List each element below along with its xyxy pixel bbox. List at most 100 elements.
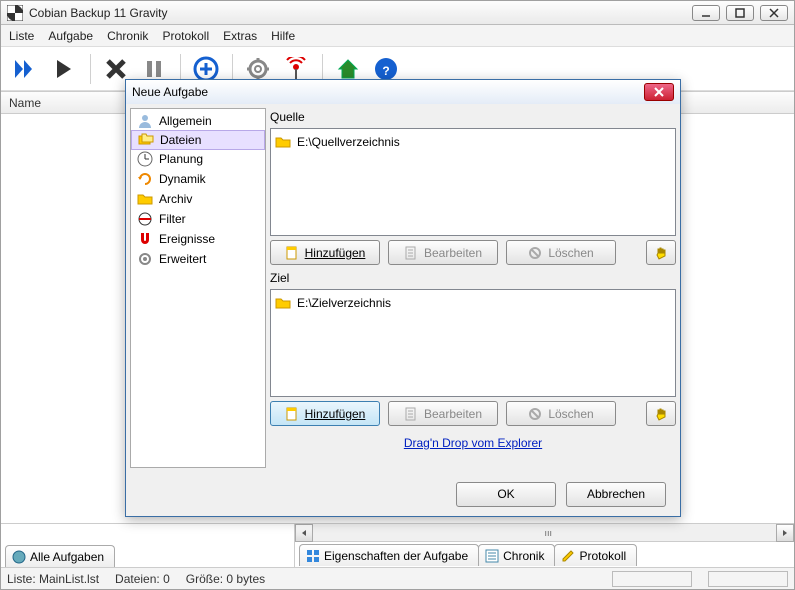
dialog-close-button[interactable] (644, 83, 674, 101)
scroll-left-icon[interactable] (295, 524, 313, 542)
button-label: Hinzufügen (305, 246, 366, 260)
minimize-button[interactable] (692, 5, 720, 21)
sidebar-item-archive[interactable]: Archiv (131, 189, 265, 209)
sidebar-item-files[interactable]: Dateien (131, 130, 265, 150)
tab-all-tasks[interactable]: Alle Aufgaben (5, 545, 115, 567)
page-icon (285, 246, 299, 260)
source-listbox[interactable]: E:\Quellverzeichnis (270, 128, 676, 236)
menu-protokoll[interactable]: Protokoll (162, 29, 209, 43)
magnet-icon (137, 231, 153, 247)
ok-button[interactable]: OK (456, 482, 556, 507)
folder-icon (137, 191, 153, 207)
menu-aufgabe[interactable]: Aufgabe (48, 29, 93, 43)
tab-protokoll[interactable]: Protokoll (554, 544, 637, 566)
sidebar-item-label: Erweitert (159, 252, 206, 266)
pencil-icon (561, 549, 575, 563)
status-size: Größe: 0 bytes (186, 572, 265, 586)
window-title: Cobian Backup 11 Gravity (29, 6, 692, 20)
status-files: Dateien: 0 (115, 572, 170, 586)
delete-icon (528, 246, 542, 260)
menu-extras[interactable]: Extras (223, 29, 257, 43)
hand-icon (654, 246, 668, 260)
sidebar-item-label: Dateien (160, 133, 201, 147)
close-button[interactable] (760, 5, 788, 21)
sidebar-item-label: Filter (159, 212, 186, 226)
status-box-2 (708, 571, 788, 587)
button-label: Abbrechen (587, 487, 645, 501)
sidebar-item-label: Planung (159, 152, 203, 166)
tab-label: Alle Aufgaben (30, 550, 104, 564)
dest-listbox[interactable]: E:\Zielverzeichnis (270, 289, 676, 397)
sidebar-item-label: Archiv (159, 192, 192, 206)
person-icon (137, 113, 153, 129)
source-delete-button[interactable]: Löschen (506, 240, 616, 265)
menu-hilfe[interactable]: Hilfe (271, 29, 295, 43)
play-all-icon[interactable] (11, 54, 41, 84)
folders-icon (138, 132, 154, 148)
dialog-new-task: Neue Aufgabe Allgemein Dateien Planung D… (125, 79, 681, 517)
edit-icon (404, 407, 418, 421)
dialog-footer: OK Abbrechen (126, 472, 680, 516)
dialog-sidebar: Allgemein Dateien Planung Dynamik Archiv… (130, 108, 266, 468)
sidebar-item-advanced[interactable]: Erweitert (131, 249, 265, 269)
sidebar-item-label: Allgemein (159, 114, 212, 128)
list-icon (485, 549, 499, 563)
source-add-button[interactable]: Hinzufügen (270, 240, 380, 265)
cancel-button[interactable]: Abbrechen (566, 482, 666, 507)
clock-icon (137, 151, 153, 167)
separator-icon (89, 54, 91, 84)
svg-text:?: ? (382, 64, 389, 78)
folder-icon (275, 134, 291, 150)
horizontal-scrollbar[interactable]: ııı (295, 524, 794, 542)
list-item-text: E:\Quellverzeichnis (297, 135, 400, 149)
hand-icon (654, 407, 668, 421)
sidebar-item-general[interactable]: Allgemein (131, 111, 265, 131)
menu-chronik[interactable]: Chronik (107, 29, 148, 43)
sidebar-item-events[interactable]: Ereignisse (131, 229, 265, 249)
button-label: OK (497, 487, 514, 501)
tab-label: Protokoll (579, 549, 626, 563)
menubar: Liste Aufgabe Chronik Protokoll Extras H… (1, 25, 794, 47)
scroll-right-icon[interactable] (776, 524, 794, 542)
sidebar-item-label: Dynamik (159, 172, 206, 186)
sidebar-item-schedule[interactable]: Planung (131, 149, 265, 169)
button-label: Löschen (548, 407, 593, 421)
titlebar: Cobian Backup 11 Gravity (1, 1, 794, 25)
sidebar-item-label: Ereignisse (159, 232, 215, 246)
sidebar-item-filter[interactable]: Filter (131, 209, 265, 229)
tab-chronik[interactable]: Chronik (478, 544, 555, 566)
list-item[interactable]: E:\Zielverzeichnis (275, 294, 671, 312)
dest-add-button[interactable]: Hinzufügen (270, 401, 380, 426)
dest-drag-button[interactable] (646, 401, 676, 426)
list-item-text: E:\Zielverzeichnis (297, 296, 391, 310)
button-label: Bearbeiten (424, 407, 482, 421)
dest-edit-button[interactable]: Bearbeiten (388, 401, 498, 426)
scroll-grip-icon: ııı (545, 528, 553, 538)
edit-icon (404, 246, 418, 260)
disc-icon (137, 211, 153, 227)
drag-drop-link[interactable]: Drag'n Drop vom Explorer (270, 436, 676, 450)
status-list: Liste: MainList.lst (7, 572, 99, 586)
menu-liste[interactable]: Liste (9, 29, 34, 43)
tab-label: Eigenschaften der Aufgabe (324, 549, 468, 563)
dialog-titlebar: Neue Aufgabe (126, 80, 680, 104)
tab-label: Chronik (503, 549, 544, 563)
source-label: Quelle (270, 110, 676, 124)
sidebar-item-dynamics[interactable]: Dynamik (131, 169, 265, 189)
folder-icon (275, 295, 291, 311)
button-label: Bearbeiten (424, 246, 482, 260)
status-box-1 (612, 571, 692, 587)
play-icon[interactable] (49, 54, 79, 84)
button-label: Hinzufügen (305, 407, 366, 421)
source-drag-button[interactable] (646, 240, 676, 265)
button-label: Löschen (548, 246, 593, 260)
statusbar: Liste: MainList.lst Dateien: 0 Größe: 0 … (1, 567, 794, 589)
refresh-icon (137, 171, 153, 187)
source-edit-button[interactable]: Bearbeiten (388, 240, 498, 265)
delete-icon (528, 407, 542, 421)
maximize-button[interactable] (726, 5, 754, 21)
dest-delete-button[interactable]: Löschen (506, 401, 616, 426)
tab-properties[interactable]: Eigenschaften der Aufgabe (299, 544, 479, 566)
gear-icon (137, 251, 153, 267)
list-item[interactable]: E:\Quellverzeichnis (275, 133, 671, 151)
